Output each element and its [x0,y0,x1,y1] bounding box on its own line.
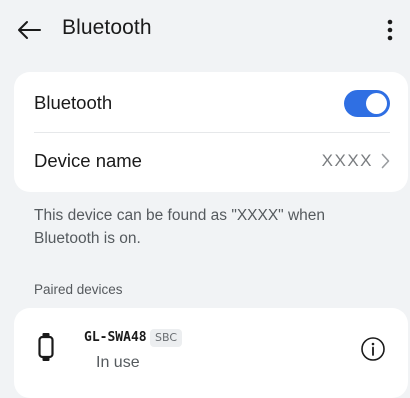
bluetooth-settings-card: Bluetooth Device name XXXX [14,72,408,192]
top-app-bar: Bluetooth [0,0,410,60]
back-button[interactable] [14,16,44,44]
chevron-right-icon [381,153,390,169]
arrow-left-icon [18,21,41,39]
more-vertical-icon [387,19,393,41]
device-name: GL-SWA48 [84,330,147,345]
bluetooth-toggle-row[interactable]: Bluetooth [14,74,408,132]
more-options-button[interactable] [380,14,400,46]
device-name-row[interactable]: Device name XXXX [14,132,408,190]
device-name-label: Device name [34,150,142,171]
bluetooth-label: Bluetooth [34,92,113,113]
paired-devices-heading: Paired devices [34,282,123,297]
info-icon [361,337,385,361]
device-name-value: XXXX [321,151,373,170]
paired-devices-card: GL-SWA48 SBC In use [14,308,408,398]
device-status: In use [96,354,140,371]
bluetooth-toggle[interactable] [344,89,390,117]
page-title: Bluetooth [62,16,152,39]
codec-badge: SBC [150,329,183,347]
toggle-knob [366,92,387,114]
smartwatch-icon [38,333,54,361]
visibility-description: This device can be found as "XXXX" when … [34,207,326,247]
device-info-button[interactable] [360,336,386,362]
